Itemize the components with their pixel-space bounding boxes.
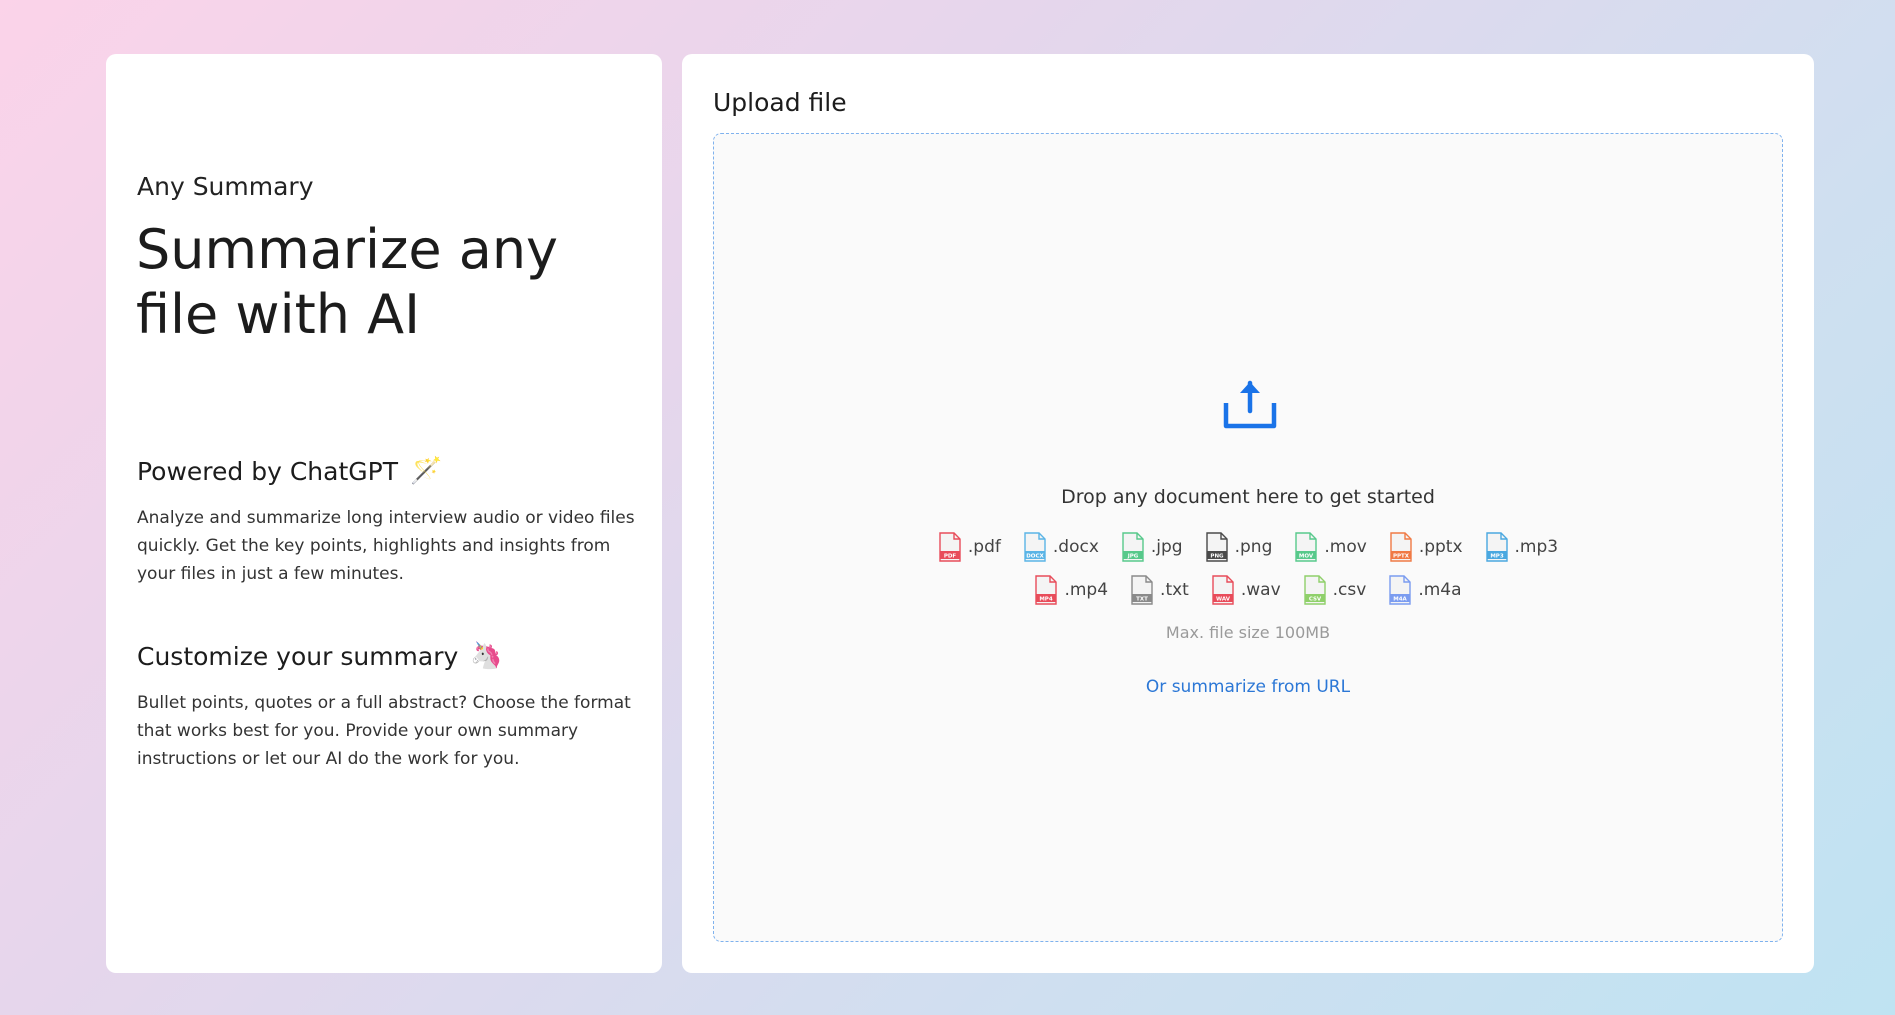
file-type-item: PDF .pdf: [938, 532, 1001, 562]
unicorn-icon: 🦄: [470, 641, 503, 671]
file-type-item: PNG .png: [1205, 532, 1273, 562]
file-wav-icon: WAV: [1212, 575, 1234, 605]
drop-instructions: Drop any document here to get started: [1061, 486, 1435, 508]
max-file-size: Max. file size 100MB: [1165, 623, 1331, 642]
file-csv-icon: CSV: [1303, 575, 1326, 605]
feature-description-chatgpt: Analyze and summarize long interview aud…: [137, 508, 635, 584]
file-type-label: .mp4: [1064, 580, 1109, 600]
file-tag-label: MOV: [1299, 554, 1314, 560]
file-tag-label: M4A: [1394, 597, 1408, 603]
file-type-label: .docx: [1052, 537, 1099, 557]
file-tag-label: JPG: [1127, 554, 1139, 560]
file-tag-label: MP3: [1490, 554, 1504, 560]
file-tag-label: PPTX: [1393, 554, 1410, 560]
file-type-label: .jpg: [1150, 537, 1183, 557]
feature-title-customize: Customize your summary 🦄: [137, 641, 503, 671]
file-dropzone[interactable]: Drop any document here to get started PD…: [713, 133, 1783, 942]
file-type-label: .pdf: [967, 537, 1001, 557]
file-pdf-icon: PDF: [939, 532, 961, 562]
intro-card: Any Summary Summarize any file with AI P…: [106, 54, 662, 973]
upload-card: Upload file Drop any document here to ge…: [682, 54, 1814, 973]
file-type-label: .wav: [1240, 580, 1281, 600]
file-png-icon: PNG: [1205, 532, 1228, 562]
file-type-label: .pptx: [1418, 537, 1463, 557]
file-type-item: CSV .csv: [1303, 575, 1367, 605]
feature-description-customize: Bullet points, quotes or a full abstract…: [137, 693, 631, 769]
file-txt-icon: TXT: [1131, 575, 1153, 605]
file-type-item: TXT .txt: [1130, 575, 1189, 605]
file-mov-icon: MOV: [1295, 532, 1318, 562]
file-type-label: .mov: [1324, 537, 1367, 557]
file-type-item: M4A .m4a: [1388, 575, 1462, 605]
file-type-label: .csv: [1332, 580, 1367, 600]
file-type-item: JPG .jpg: [1121, 532, 1183, 562]
file-mp4-icon: MP4: [1035, 575, 1058, 605]
upload-title: Upload file: [713, 88, 847, 117]
file-tag-label: DOCX: [1026, 554, 1044, 560]
file-type-label: .m4a: [1418, 580, 1462, 600]
file-mp3-icon: MP3: [1485, 532, 1508, 562]
file-type-label: .txt: [1160, 580, 1189, 600]
file-type-label: .png: [1234, 537, 1273, 557]
file-type-item: MOV .mov: [1294, 532, 1367, 562]
file-tag-label: TXT: [1136, 597, 1148, 603]
file-type-item: DOCX .docx: [1023, 532, 1099, 562]
file-type-item: WAV .wav: [1211, 575, 1281, 605]
file-type-item: PPTX .pptx: [1389, 532, 1463, 562]
file-types-row: MP4 .mp4 TXT .txt WAV .wav CSV .csv M4A .m4a: [714, 575, 1782, 605]
file-tag-label: WAV: [1216, 597, 1231, 603]
file-type-item: MP4 .mp4: [1034, 575, 1108, 605]
feature-title-text: Powered by ChatGPT: [137, 456, 398, 486]
file-type-item: MP3 .mp3: [1485, 532, 1559, 562]
file-tag-label: PNG: [1210, 554, 1224, 560]
file-m4a-icon: M4A: [1389, 575, 1412, 605]
summarize-from-url-link[interactable]: Or summarize from URL: [714, 677, 1782, 697]
upload-icon: [1223, 380, 1277, 429]
feature-title-text: Customize your summary: [137, 641, 459, 671]
hero-headline: Summarize any file with AI: [136, 218, 559, 346]
file-types-row: PDF .pdf DOCX .docx JPG .jpg PNG .png MOV .mov PPT…: [714, 532, 1782, 562]
file-type-label: .mp3: [1514, 537, 1559, 557]
file-jpg-icon: JPG: [1122, 532, 1144, 562]
app-name: Any Summary: [137, 172, 314, 201]
magic-wand-icon: 🪄: [410, 456, 443, 486]
feature-title-chatgpt: Powered by ChatGPT 🪄: [137, 456, 442, 486]
file-tag-label: MP4: [1040, 597, 1054, 603]
file-pptx-icon: PPTX: [1390, 532, 1412, 562]
file-tag-label: PDF: [944, 554, 957, 560]
file-docx-icon: DOCX: [1024, 532, 1046, 562]
file-tag-label: CSV: [1308, 597, 1321, 603]
